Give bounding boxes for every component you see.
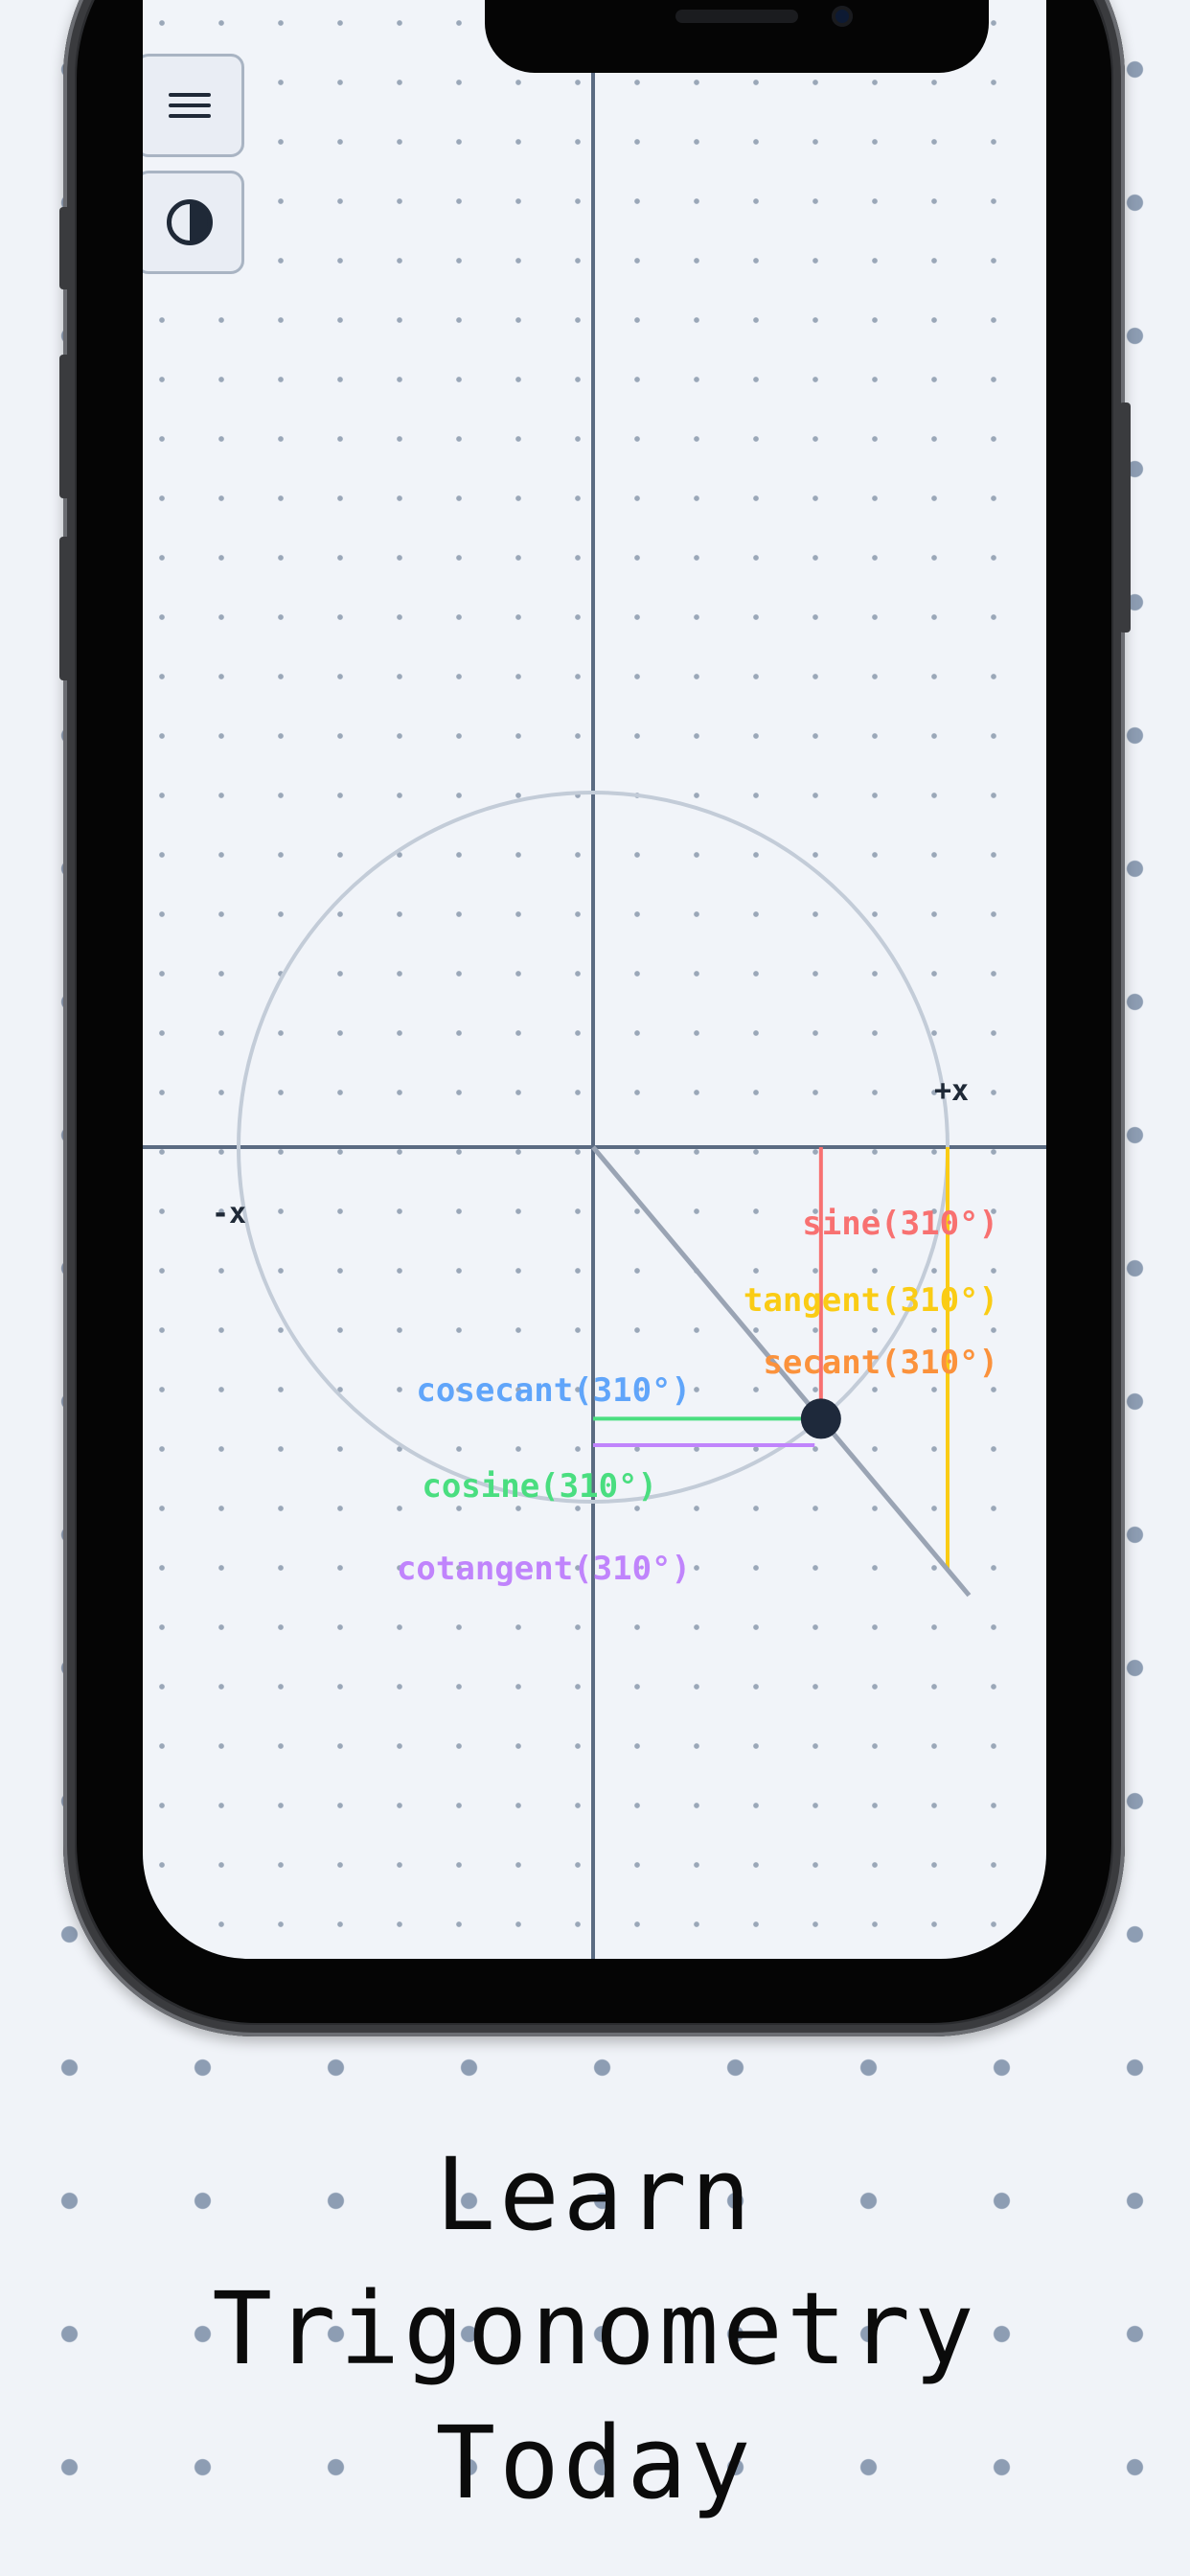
- sine-label: sine(310°): [802, 1205, 998, 1243]
- menu-button[interactable]: [143, 54, 244, 157]
- cotangent-label: cotangent(310°): [397, 1550, 691, 1588]
- phone-notch: [485, 0, 989, 73]
- tangent-label: tangent(310°): [744, 1281, 998, 1320]
- cosecant-label: cosecant(310°): [416, 1371, 691, 1410]
- positive-x-label: +x: [934, 1074, 969, 1108]
- tagline-line-3: Today: [435, 2404, 755, 2521]
- negative-x-label: -x: [212, 1197, 246, 1230]
- hamburger-menu-icon: [169, 86, 211, 125]
- cosine-label: cosine(310°): [422, 1467, 657, 1506]
- phone-power-button: [1119, 402, 1131, 632]
- tagline-line-1: Learn: [435, 2136, 755, 2253]
- angle-point-handle[interactable]: [800, 1398, 841, 1439]
- theme-toggle-button[interactable]: [143, 171, 244, 274]
- tagline-line-2: Trigonometry: [212, 2270, 978, 2387]
- tagline: Learn Trigonometry Today: [0, 2128, 1190, 2530]
- phone-side-button: [59, 207, 71, 289]
- unit-circle-plot: +x -x sine(310°) tangent(310°) secant(31…: [143, 0, 1046, 1959]
- phone-volume-down-button: [59, 537, 71, 680]
- app-screen: +x -x sine(310°) tangent(310°) secant(31…: [143, 0, 1046, 1959]
- phone-volume-up-button: [59, 355, 71, 498]
- contrast-toggle-icon: [167, 199, 213, 245]
- secant-label: secant(310°): [763, 1344, 998, 1382]
- front-camera-icon: [832, 6, 853, 27]
- speaker-grille: [675, 10, 798, 23]
